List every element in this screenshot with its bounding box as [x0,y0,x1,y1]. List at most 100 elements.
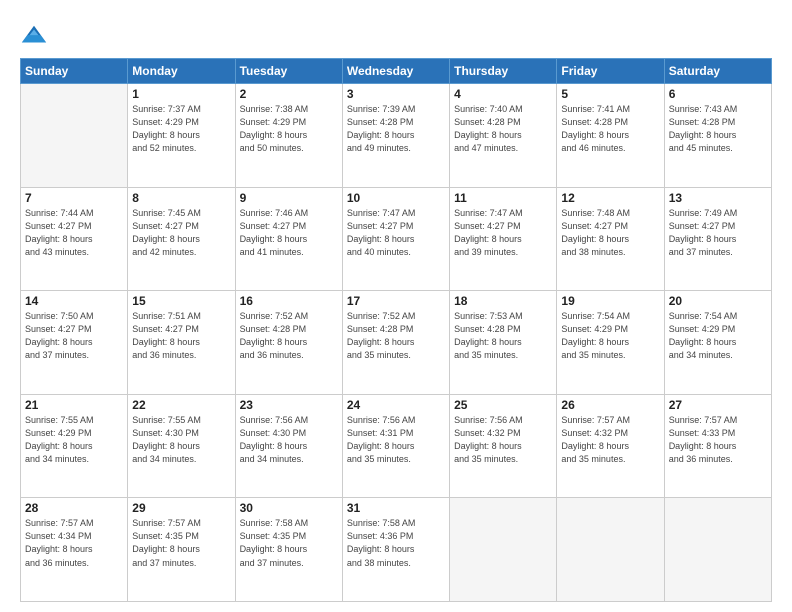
day-info: Sunrise: 7:50 AMSunset: 4:27 PMDaylight:… [25,310,123,362]
day-number: 22 [132,398,230,412]
day-number: 10 [347,191,445,205]
day-cell: 7 Sunrise: 7:44 AMSunset: 4:27 PMDaylight… [21,187,128,291]
day-number: 24 [347,398,445,412]
day-info: Sunrise: 7:57 AMSunset: 4:32 PMDaylight:… [561,414,659,466]
day-info: Sunrise: 7:44 AMSunset: 4:27 PMDaylight:… [25,207,123,259]
day-info: Sunrise: 7:38 AMSunset: 4:29 PMDaylight:… [240,103,338,155]
day-cell: 24 Sunrise: 7:56 AMSunset: 4:31 PMDayligh… [342,394,449,498]
day-info: Sunrise: 7:52 AMSunset: 4:28 PMDaylight:… [240,310,338,362]
week-row-4: 21 Sunrise: 7:55 AMSunset: 4:29 PMDayligh… [21,394,772,498]
day-cell: 23 Sunrise: 7:56 AMSunset: 4:30 PMDayligh… [235,394,342,498]
day-info: Sunrise: 7:57 AMSunset: 4:34 PMDaylight:… [25,517,123,569]
day-cell [664,498,771,602]
day-cell: 28Sunrise: 7:57 AMSunset: 4:34 PMDayligh… [21,498,128,602]
day-info: Sunrise: 7:45 AMSunset: 4:27 PMDaylight:… [132,207,230,259]
day-info: Sunrise: 7:43 AMSunset: 4:28 PMDaylight:… [669,103,767,155]
col-header-monday: Monday [128,59,235,84]
day-info: Sunrise: 7:49 AMSunset: 4:27 PMDaylight:… [669,207,767,259]
col-header-sunday: Sunday [21,59,128,84]
day-cell: 16 Sunrise: 7:52 AMSunset: 4:28 PMDayligh… [235,291,342,395]
day-number: 26 [561,398,659,412]
day-cell [450,498,557,602]
day-info: Sunrise: 7:58 AMSunset: 4:35 PMDaylight:… [240,517,338,569]
day-info: Sunrise: 7:56 AMSunset: 4:32 PMDaylight:… [454,414,552,466]
day-cell: 4 Sunrise: 7:40 AMSunset: 4:28 PMDaylight… [450,84,557,188]
day-number: 3 [347,87,445,101]
day-info: Sunrise: 7:53 AMSunset: 4:28 PMDaylight:… [454,310,552,362]
day-number: 17 [347,294,445,308]
day-cell: 18Sunrise: 7:53 AMSunset: 4:28 PMDayligh… [450,291,557,395]
day-number: 8 [132,191,230,205]
day-cell: 31Sunrise: 7:58 AMSunset: 4:36 PMDayligh… [342,498,449,602]
day-number: 30 [240,501,338,515]
day-info: Sunrise: 7:47 AMSunset: 4:27 PMDaylight:… [454,207,552,259]
day-number: 14 [25,294,123,308]
day-cell: 21 Sunrise: 7:55 AMSunset: 4:29 PMDayligh… [21,394,128,498]
day-number: 23 [240,398,338,412]
day-info: Sunrise: 7:51 AMSunset: 4:27 PMDaylight:… [132,310,230,362]
day-info: Sunrise: 7:57 AMSunset: 4:33 PMDaylight:… [669,414,767,466]
day-cell: 22 Sunrise: 7:55 AMSunset: 4:30 PMDayligh… [128,394,235,498]
day-number: 9 [240,191,338,205]
day-number: 2 [240,87,338,101]
day-number: 4 [454,87,552,101]
day-info: Sunrise: 7:41 AMSunset: 4:28 PMDaylight:… [561,103,659,155]
day-cell: 9 Sunrise: 7:46 AMSunset: 4:27 PMDaylight… [235,187,342,291]
day-cell [557,498,664,602]
day-cell: 17 Sunrise: 7:52 AMSunset: 4:28 PMDayligh… [342,291,449,395]
day-info: Sunrise: 7:54 AMSunset: 4:29 PMDaylight:… [561,310,659,362]
day-info: Sunrise: 7:37 AMSunset: 4:29 PMDaylight:… [132,103,230,155]
page: SundayMondayTuesdayWednesdayThursdayFrid… [0,0,792,612]
day-number: 19 [561,294,659,308]
day-cell: 12 Sunrise: 7:48 AMSunset: 4:27 PMDayligh… [557,187,664,291]
day-info: Sunrise: 7:39 AMSunset: 4:28 PMDaylight:… [347,103,445,155]
day-number: 1 [132,87,230,101]
day-cell: 25 Sunrise: 7:56 AMSunset: 4:32 PMDayligh… [450,394,557,498]
day-info: Sunrise: 7:47 AMSunset: 4:27 PMDaylight:… [347,207,445,259]
day-cell: 3 Sunrise: 7:39 AMSunset: 4:28 PMDaylight… [342,84,449,188]
calendar-table: SundayMondayTuesdayWednesdayThursdayFrid… [20,58,772,602]
day-info: Sunrise: 7:40 AMSunset: 4:28 PMDaylight:… [454,103,552,155]
day-number: 29 [132,501,230,515]
day-cell: 10 Sunrise: 7:47 AMSunset: 4:27 PMDayligh… [342,187,449,291]
col-header-tuesday: Tuesday [235,59,342,84]
day-number: 21 [25,398,123,412]
day-info: Sunrise: 7:56 AMSunset: 4:31 PMDaylight:… [347,414,445,466]
day-cell: 5Sunrise: 7:41 AMSunset: 4:28 PMDaylight… [557,84,664,188]
day-info: Sunrise: 7:58 AMSunset: 4:36 PMDaylight:… [347,517,445,569]
day-cell: 15Sunrise: 7:51 AMSunset: 4:27 PMDayligh… [128,291,235,395]
day-info: Sunrise: 7:55 AMSunset: 4:29 PMDaylight:… [25,414,123,466]
day-number: 16 [240,294,338,308]
logo [20,22,52,50]
col-header-saturday: Saturday [664,59,771,84]
day-cell: 26 Sunrise: 7:57 AMSunset: 4:32 PMDayligh… [557,394,664,498]
day-info: Sunrise: 7:48 AMSunset: 4:27 PMDaylight:… [561,207,659,259]
col-header-thursday: Thursday [450,59,557,84]
col-header-friday: Friday [557,59,664,84]
logo-icon [20,22,48,50]
week-row-3: 14 Sunrise: 7:50 AMSunset: 4:27 PMDayligh… [21,291,772,395]
week-row-2: 7 Sunrise: 7:44 AMSunset: 4:27 PMDaylight… [21,187,772,291]
day-cell: 13 Sunrise: 7:49 AMSunset: 4:27 PMDayligh… [664,187,771,291]
day-number: 12 [561,191,659,205]
day-info: Sunrise: 7:52 AMSunset: 4:28 PMDaylight:… [347,310,445,362]
col-header-wednesday: Wednesday [342,59,449,84]
day-cell: 2 Sunrise: 7:38 AMSunset: 4:29 PMDaylight… [235,84,342,188]
day-cell: 30 Sunrise: 7:58 AMSunset: 4:35 PMDayligh… [235,498,342,602]
day-info: Sunrise: 7:55 AMSunset: 4:30 PMDaylight:… [132,414,230,466]
day-cell: 19 Sunrise: 7:54 AMSunset: 4:29 PMDayligh… [557,291,664,395]
day-info: Sunrise: 7:57 AMSunset: 4:35 PMDaylight:… [132,517,230,569]
day-number: 13 [669,191,767,205]
day-info: Sunrise: 7:54 AMSunset: 4:29 PMDaylight:… [669,310,767,362]
day-info: Sunrise: 7:46 AMSunset: 4:27 PMDaylight:… [240,207,338,259]
day-cell: 6Sunrise: 7:43 AMSunset: 4:28 PMDaylight… [664,84,771,188]
header [20,18,772,50]
day-number: 25 [454,398,552,412]
day-cell [21,84,128,188]
week-row-5: 28Sunrise: 7:57 AMSunset: 4:34 PMDayligh… [21,498,772,602]
day-cell: 8 Sunrise: 7:45 AMSunset: 4:27 PMDaylight… [128,187,235,291]
day-cell: 20Sunrise: 7:54 AMSunset: 4:29 PMDayligh… [664,291,771,395]
day-info: Sunrise: 7:56 AMSunset: 4:30 PMDaylight:… [240,414,338,466]
day-cell: 1 Sunrise: 7:37 AMSunset: 4:29 PMDaylight… [128,84,235,188]
day-number: 7 [25,191,123,205]
